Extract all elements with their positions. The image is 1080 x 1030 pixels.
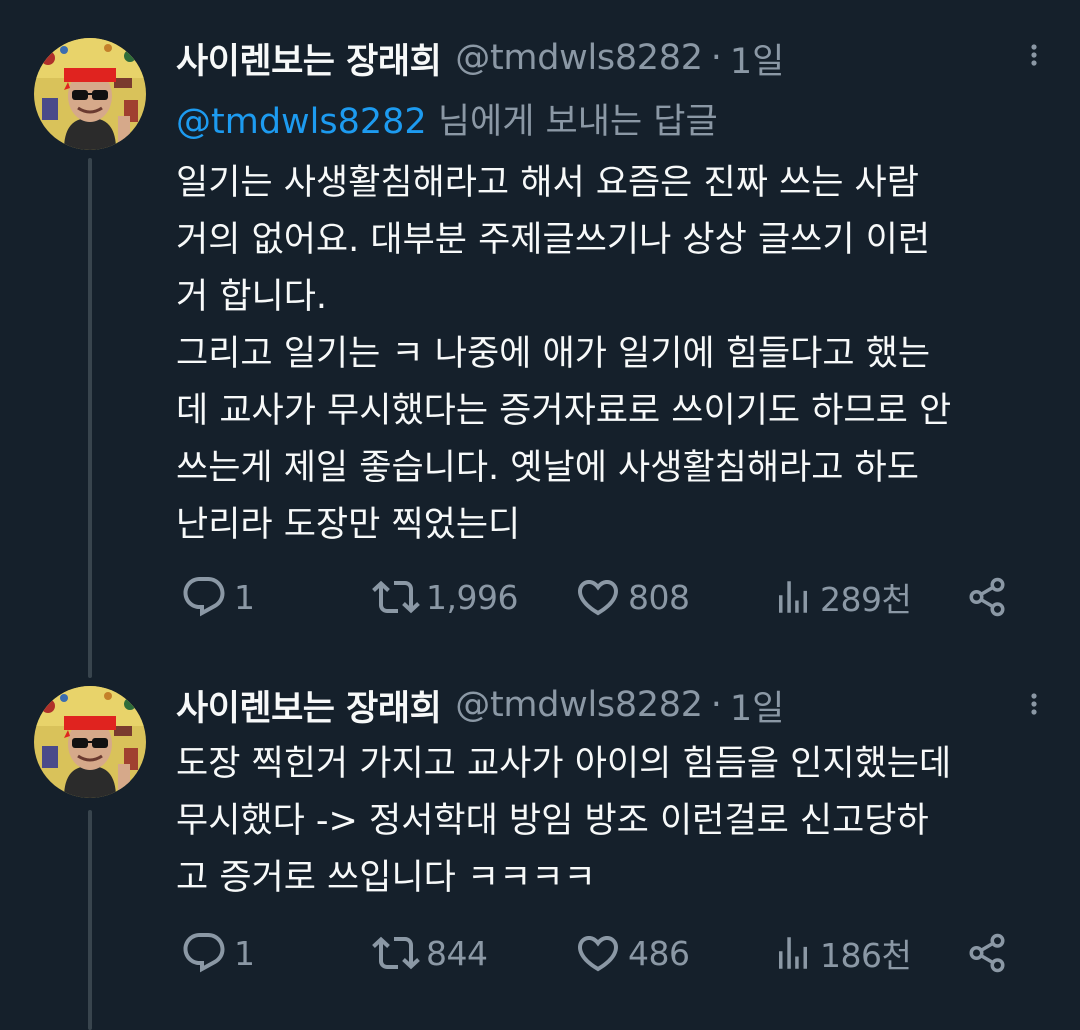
reply-count: 1 (234, 933, 255, 973)
reply-mention-link[interactable]: @tmdwls8282 (176, 102, 427, 142)
reply-context: @tmdwls8282 님에게 보내는 답글 (176, 93, 718, 144)
like-count: 808 (628, 577, 690, 617)
tweet-header: 사이렌보는 장래희 @tmdwls8282 · 1일 (176, 680, 784, 730)
like-button[interactable]: 486 (574, 928, 690, 978)
tweet-text-line: 쓰는게 제일 좋습니다. 옛날에 사생활침해라고 하도 (176, 448, 919, 488)
retweet-count: 1,996 (426, 577, 518, 617)
tweet-text: 일기는 사생활침해라고 해서 요즘은 진짜 쓰는 사람 거의 없어요. 대부분 … (176, 155, 1056, 554)
reply-button[interactable]: 1 (180, 572, 255, 622)
tweet-text-line: 그리고 일기는 ㅋ 나중에 애가 일기에 힘들다고 했는 (176, 334, 931, 374)
share-icon (966, 932, 1008, 974)
thread-line (88, 810, 92, 1030)
views-button[interactable]: 289천 (772, 572, 912, 622)
retweet-icon (372, 573, 420, 621)
share-button[interactable] (966, 572, 1008, 622)
timestamp[interactable]: 1일 (730, 680, 784, 731)
retweet-button[interactable]: 1,996 (372, 572, 518, 622)
tweet-text-line: 일기는 사생활침해라고 해서 요즘은 진짜 쓰는 사람 (176, 163, 919, 203)
views-chart-icon (772, 576, 814, 618)
timestamp[interactable]: 1일 (730, 33, 784, 84)
tweet[interactable]: 사이렌보는 장래희 @tmdwls8282 · 1일 @tmdwls8282 님… (0, 0, 1080, 678)
author-handle[interactable]: @tmdwls8282 (455, 685, 703, 725)
heart-icon (574, 573, 622, 621)
more-options-icon[interactable] (1010, 35, 1038, 75)
like-count: 486 (628, 933, 690, 973)
tweet-text-line: 고 증거로 쓰입니다 ㅋㅋㅋㅋ (176, 858, 596, 898)
separator-dot: · (710, 38, 722, 78)
tweet-text-line: 도장 찍힌거 가지고 교사가 아이의 힘듬을 인지했는데 (176, 744, 952, 784)
reply-count: 1 (234, 577, 255, 617)
retweet-count: 844 (426, 933, 488, 973)
tweet-text-line: 거 합니다. (176, 277, 328, 317)
like-button[interactable]: 808 (574, 572, 690, 622)
tweet-text-line: 무시했다 -> 정서학대 방임 방조 이런걸로 신고당하 (176, 801, 929, 841)
reply-button[interactable]: 1 (180, 928, 255, 978)
share-icon (966, 576, 1008, 618)
author-name[interactable]: 사이렌보는 장래희 (176, 680, 442, 731)
avatar[interactable] (34, 686, 146, 798)
tweet-actions: 1 844 486 186천 (176, 928, 1016, 978)
retweet-icon (372, 929, 420, 977)
tweet-header: 사이렌보는 장래희 @tmdwls8282 · 1일 (176, 33, 784, 83)
separator-dot: · (710, 685, 722, 725)
view-count: 186천 (820, 936, 912, 975)
views-chart-icon (772, 932, 814, 974)
reply-icon (180, 929, 228, 977)
author-handle[interactable]: @tmdwls8282 (455, 38, 703, 78)
tweet-actions: 1 1,996 808 289천 (176, 572, 1016, 622)
heart-icon (574, 929, 622, 977)
share-button[interactable] (966, 928, 1008, 978)
retweet-button[interactable]: 844 (372, 928, 488, 978)
tweet-text-line: 난리라 도장만 찍었는디 (176, 505, 521, 545)
views-button[interactable]: 186천 (772, 928, 912, 978)
view-count: 289천 (820, 580, 912, 619)
tweet-text: 도장 찍힌거 가지고 교사가 아이의 힘듬을 인지했는데 무시했다 -> 정서학… (176, 736, 1056, 907)
author-name[interactable]: 사이렌보는 장래희 (176, 33, 442, 84)
reply-context-text: 님에게 보내는 답글 (426, 102, 718, 142)
reply-icon (180, 573, 228, 621)
tweet-text-line: 거의 없어요. 대부분 주제글쓰기나 상상 글쓰기 이런 (176, 220, 931, 260)
thread-line (88, 158, 92, 678)
tweet[interactable]: 사이렌보는 장래희 @tmdwls8282 · 1일 도장 찍힌거 가지고 교사… (0, 660, 1080, 1030)
more-options-icon[interactable] (1010, 684, 1038, 724)
tweet-text-line: 데 교사가 무시했다는 증거자료로 쓰이기도 하므로 안 (176, 391, 952, 431)
avatar[interactable] (34, 38, 146, 150)
